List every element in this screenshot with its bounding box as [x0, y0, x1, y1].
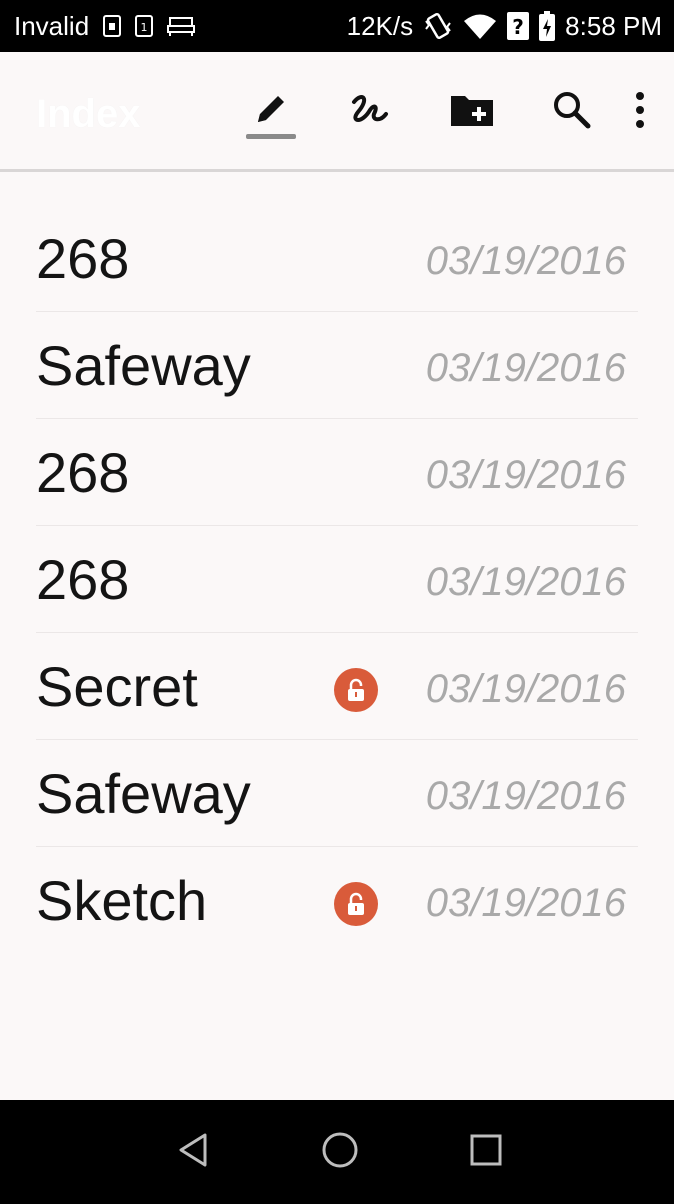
- note-title: 268: [36, 441, 130, 504]
- note-date: 03/19/2016: [425, 774, 626, 818]
- write-note-button[interactable]: [240, 82, 300, 142]
- note-date: 03/19/2016: [425, 667, 626, 711]
- screen: Invalid 1 12K/s ? 8:58 PM Index 268 03/1…: [0, 0, 674, 1204]
- navigation-bar: [0, 1100, 674, 1204]
- vibrate-icon: [423, 11, 453, 41]
- new-folder-button[interactable]: [442, 82, 502, 142]
- overflow-menu-button[interactable]: [620, 82, 660, 142]
- battery-charging-icon: [539, 11, 556, 41]
- new-folder-icon: [449, 92, 495, 133]
- list-item[interactable]: Sketch 03/19/2016: [36, 847, 638, 954]
- more-vert-icon: [634, 90, 646, 135]
- list-item[interactable]: 268 03/19/2016: [36, 526, 638, 633]
- note-title: Sketch: [36, 869, 208, 932]
- search-button[interactable]: [542, 82, 602, 142]
- sim-icon: 1: [135, 15, 154, 37]
- app-title: Index: [36, 92, 141, 136]
- handwriting-button[interactable]: [340, 82, 400, 142]
- list-item[interactable]: Secret 03/19/2016: [36, 633, 638, 740]
- carrier-label: Invalid: [14, 10, 90, 41]
- note-date: 03/19/2016: [425, 346, 626, 390]
- back-icon: [177, 1132, 211, 1173]
- svg-text:1: 1: [141, 21, 148, 34]
- notes-list: 268 03/19/2016 Safeway 03/19/2016 268 03…: [36, 205, 638, 954]
- recents-button[interactable]: [462, 1128, 510, 1176]
- list-item[interactable]: 268 03/19/2016: [36, 205, 638, 312]
- clock: 8:58 PM: [565, 10, 662, 41]
- handwriting-icon: [348, 90, 392, 135]
- note-title: 268: [36, 227, 130, 290]
- app-bar: Index: [0, 52, 674, 172]
- list-item[interactable]: Safeway 03/19/2016: [36, 312, 638, 419]
- home-icon: [321, 1131, 359, 1174]
- list-item[interactable]: Safeway 03/19/2016: [36, 740, 638, 847]
- recents-icon: [469, 1133, 503, 1172]
- note-title: Safeway: [36, 334, 251, 397]
- search-icon: [552, 90, 592, 135]
- signal-unknown-icon: ?: [507, 12, 530, 40]
- active-tool-indicator: [246, 134, 296, 139]
- note-date: 03/19/2016: [425, 239, 626, 283]
- note-title: Secret: [36, 655, 198, 718]
- lock-icon: [334, 882, 378, 926]
- note-date: 03/19/2016: [425, 560, 626, 604]
- back-button[interactable]: [170, 1128, 218, 1176]
- svg-text:?: ?: [512, 15, 524, 39]
- note-date: 03/19/2016: [425, 881, 626, 925]
- bed-icon: [167, 15, 196, 37]
- note-date: 03/19/2016: [425, 453, 626, 497]
- network-speed: 12K/s: [346, 10, 414, 41]
- note-title: 268: [36, 548, 130, 611]
- wifi-icon: [463, 12, 497, 40]
- lock-icon: [334, 668, 378, 712]
- status-bar: Invalid 1 12K/s ? 8:58 PM: [0, 0, 674, 52]
- pencil-icon: [250, 90, 290, 135]
- note-title: Safeway: [36, 762, 251, 825]
- sim-icon: [103, 15, 122, 37]
- home-button[interactable]: [316, 1128, 364, 1176]
- list-item[interactable]: 268 03/19/2016: [36, 419, 638, 526]
